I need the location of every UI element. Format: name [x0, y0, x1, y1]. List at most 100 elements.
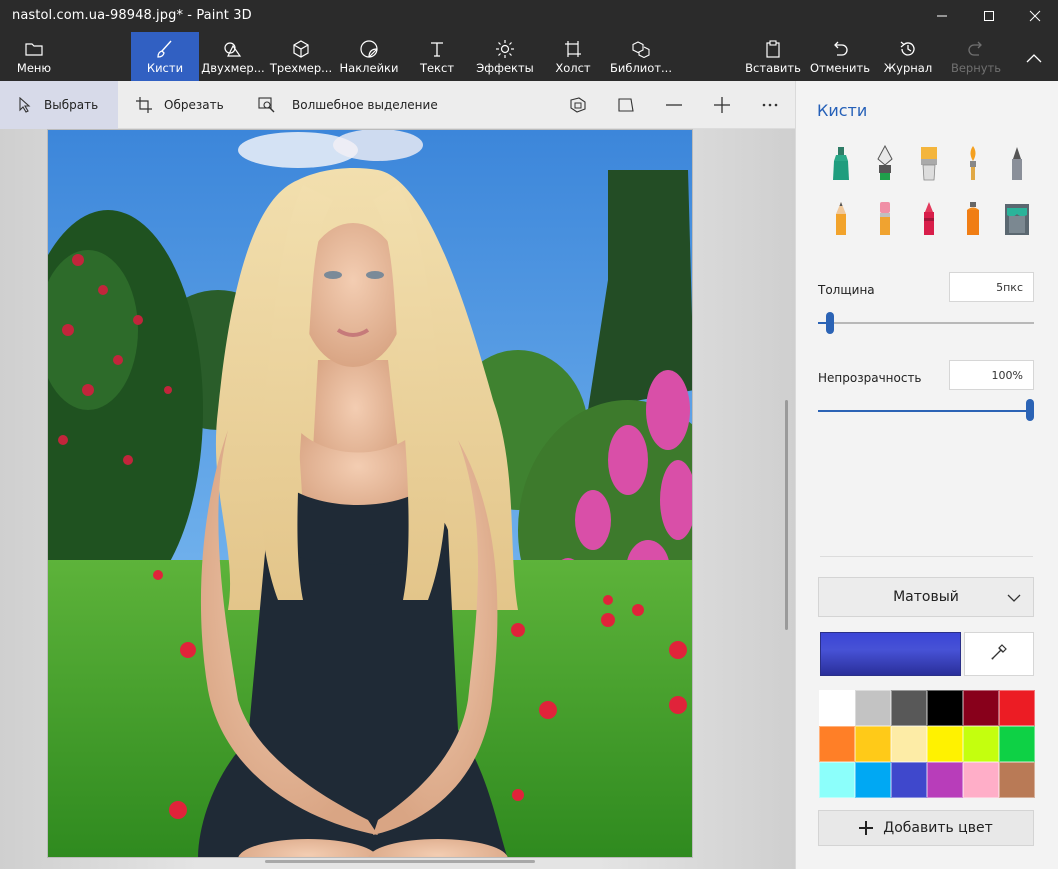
history-button[interactable]: Журнал — [882, 32, 934, 81]
tab-text[interactable]: Текст — [412, 32, 462, 81]
opacity-label: Непрозрачность — [818, 371, 922, 385]
palette-swatch[interactable] — [855, 762, 891, 798]
folder-icon — [25, 39, 43, 59]
tab-brushes[interactable]: Кисти — [131, 32, 199, 81]
add-color-button[interactable]: Добавить цвет — [818, 810, 1034, 846]
crop-label: Обрезать — [164, 98, 224, 112]
tab-brushes-label: Кисти — [146, 61, 184, 75]
opacity-slider-fill — [818, 410, 1026, 412]
palette-swatch[interactable] — [855, 690, 891, 726]
paste-button[interactable]: Вставить — [745, 32, 801, 81]
oil-brush-icon[interactable] — [914, 143, 944, 183]
3d-shapes-icon — [292, 39, 310, 59]
palette-swatch[interactable] — [999, 690, 1035, 726]
eyedropper-button[interactable] — [964, 632, 1034, 676]
color-palette — [819, 690, 1035, 798]
watercolor-brush-icon[interactable] — [958, 143, 988, 183]
pencil-icon[interactable] — [826, 198, 856, 238]
fill-bucket-icon[interactable] — [1002, 198, 1032, 238]
zoom-out-icon[interactable] — [662, 93, 686, 117]
workspace — [0, 129, 795, 869]
magic-select-label: Волшебное выделение — [292, 98, 438, 112]
tab-3d-shapes[interactable]: Трехмер... — [269, 32, 333, 81]
opacity-input[interactable]: 100% — [949, 360, 1034, 390]
more-options-icon[interactable] — [758, 93, 782, 117]
palette-swatch[interactable] — [927, 726, 963, 762]
crop-button[interactable]: Обрезать — [136, 81, 224, 129]
title-bar: nastol.com.ua-98948.jpg* - Paint 3D — [0, 0, 1058, 32]
image-canvas[interactable] — [47, 129, 693, 858]
horizontal-scrollbar[interactable] — [265, 860, 535, 863]
paste-label: Вставить — [745, 61, 801, 75]
thickness-slider-track[interactable] — [818, 322, 1034, 324]
tab-canvas[interactable]: Холст — [548, 32, 598, 81]
ribbon: Меню Кисти Двухмер... Трехмер... Наклейк — [0, 32, 1058, 81]
tab-2d-shapes[interactable]: Двухмер... — [201, 32, 265, 81]
menu-button[interactable]: Меню — [8, 32, 60, 81]
select-label: Выбрать — [44, 98, 99, 112]
3d-view-icon[interactable] — [566, 93, 590, 117]
palette-swatch[interactable] — [963, 762, 999, 798]
current-color-swatch[interactable] — [820, 632, 961, 676]
crop-icon — [136, 97, 152, 113]
thickness-label: Толщина — [818, 283, 875, 297]
menu-label: Меню — [16, 61, 52, 75]
palette-swatch[interactable] — [999, 762, 1035, 798]
undo-label: Отменить — [810, 61, 870, 75]
zoom-in-icon[interactable] — [710, 93, 734, 117]
tab-effects[interactable]: Эффекты — [475, 32, 535, 81]
pixel-pen-icon[interactable] — [1002, 143, 1032, 183]
eyedropper-icon — [990, 643, 1008, 665]
redo-label: Вернуть — [950, 61, 1002, 75]
palette-swatch[interactable] — [963, 726, 999, 762]
tab-text-label: Текст — [419, 61, 455, 75]
clipboard-icon — [765, 39, 781, 59]
maximize-icon[interactable] — [966, 0, 1012, 32]
palette-swatch[interactable] — [963, 690, 999, 726]
mixed-reality-icon[interactable] — [614, 93, 638, 117]
effects-icon — [495, 39, 515, 59]
panel-title: Кисти — [817, 101, 868, 120]
brushes-panel: Кисти Толщина 5пкс Непрозрачность 100% М… — [795, 81, 1058, 869]
text-icon — [429, 39, 445, 59]
magic-select-button[interactable]: Волшебное выделение — [258, 81, 438, 129]
thickness-slider-thumb[interactable] — [826, 312, 835, 334]
palette-swatch[interactable] — [927, 762, 963, 798]
panel-divider — [820, 556, 1033, 557]
tab-3d-library[interactable]: Библиот... — [609, 32, 673, 81]
redo-icon — [967, 39, 985, 59]
tab-3d-label: Трехмер... — [269, 61, 333, 75]
close-icon[interactable] — [1012, 0, 1058, 32]
palette-swatch[interactable] — [819, 690, 855, 726]
vertical-scrollbar[interactable] — [785, 400, 788, 630]
palette-swatch[interactable] — [891, 690, 927, 726]
minimize-icon[interactable] — [919, 0, 965, 32]
tab-stickers-label: Наклейки — [339, 61, 399, 75]
palette-swatch[interactable] — [927, 690, 963, 726]
undo-button[interactable]: Отменить — [810, 32, 870, 81]
tab-library-label: Библиот... — [610, 61, 672, 75]
opacity-slider-thumb[interactable] — [1026, 399, 1034, 421]
crayon-icon[interactable] — [914, 198, 944, 238]
spray-can-icon[interactable] — [958, 198, 988, 238]
palette-swatch[interactable] — [819, 726, 855, 762]
palette-swatch[interactable] — [891, 762, 927, 798]
palette-swatch[interactable] — [999, 726, 1035, 762]
history-label: Журнал — [883, 61, 933, 75]
3d-library-icon — [631, 39, 651, 59]
selection-toolbar: Выбрать Обрезать Волшебное выделение — [0, 81, 795, 129]
marker-brush-icon[interactable] — [826, 143, 856, 183]
select-button[interactable]: Выбрать — [0, 81, 118, 129]
tab-stickers[interactable]: Наклейки — [338, 32, 400, 81]
palette-swatch[interactable] — [891, 726, 927, 762]
eraser-icon[interactable] — [870, 198, 900, 238]
palette-swatch[interactable] — [855, 726, 891, 762]
tab-effects-label: Эффекты — [476, 61, 534, 75]
calligraphy-pen-icon[interactable] — [870, 143, 900, 183]
thickness-input[interactable]: 5пкс — [949, 272, 1034, 302]
chevron-down-icon — [1007, 590, 1021, 608]
finish-dropdown[interactable]: Матовый — [818, 577, 1034, 617]
palette-swatch[interactable] — [819, 762, 855, 798]
collapse-ribbon-button[interactable] — [1016, 32, 1052, 81]
redo-button[interactable]: Вернуть — [950, 32, 1002, 81]
